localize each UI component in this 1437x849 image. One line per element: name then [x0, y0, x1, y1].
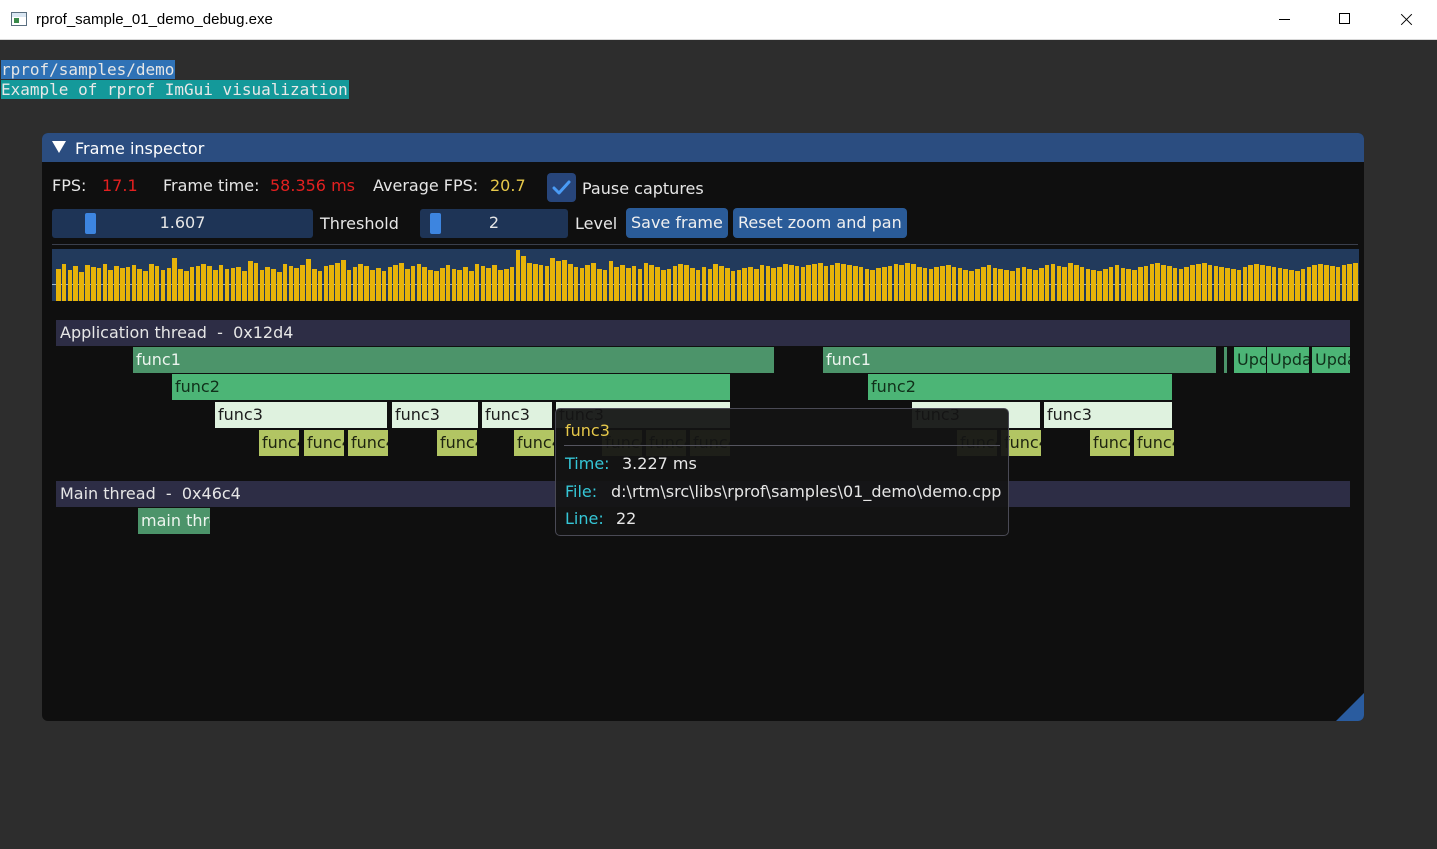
tooltip-line-value: 22	[616, 509, 637, 528]
profile-block-upd[interactable]: Update	[1312, 347, 1350, 373]
profile-block-func3[interactable]: func3	[215, 402, 387, 428]
profile-marker[interactable]	[1224, 347, 1227, 373]
profile-block-func3[interactable]: func3	[1044, 402, 1172, 428]
minimize-icon[interactable]	[1255, 0, 1315, 39]
profile-block-func3[interactable]: func3	[392, 402, 478, 428]
profile-block-func4[interactable]: func4	[259, 430, 299, 456]
tooltip-title: func3	[565, 421, 610, 440]
profile-block-func4[interactable]: func4	[348, 430, 388, 456]
tooltip-time-label: Time:	[565, 454, 610, 473]
profile-block-func1[interactable]: func1	[133, 347, 774, 373]
tooltip-line-label: Line:	[565, 509, 604, 528]
profile-block-func4[interactable]: func4	[437, 430, 477, 456]
profile-block-upd[interactable]: Update	[1267, 347, 1309, 373]
profile-block-upd[interactable]: Update	[1234, 347, 1266, 373]
window-title: rprof_sample_01_demo_debug.exe	[36, 11, 273, 28]
close-icon[interactable]	[1375, 0, 1435, 39]
debug-text-path: rprof/samples/demo	[1, 60, 176, 79]
tooltip-separator	[564, 445, 1000, 446]
block-tooltip: func3 Time: 3.227 ms File: d:\rtm\src\li…	[555, 408, 1009, 536]
tooltip-file-label: File:	[565, 482, 598, 501]
profile-block-func4[interactable]: func4	[304, 430, 344, 456]
tooltip-time-value: 3.227 ms	[622, 454, 697, 473]
tooltip-file-value: d:\rtm\src\libs\rprof\samples\01_demo\de…	[611, 482, 1002, 501]
profile-block-func4[interactable]: func4	[1090, 430, 1130, 456]
debug-text-description: Example of rprof ImGui visualization	[1, 80, 349, 99]
resize-grip-icon[interactable]	[1336, 693, 1364, 721]
window-titlebar: rprof_sample_01_demo_debug.exe	[0, 0, 1437, 40]
profile-block-func2[interactable]: func2	[172, 374, 730, 400]
profile-block-main[interactable]: main thread	[138, 508, 210, 534]
maximize-icon[interactable]	[1315, 0, 1375, 39]
profile-block-func4[interactable]: func4	[1134, 430, 1174, 456]
profile-block-func4[interactable]: func4	[514, 430, 554, 456]
profile-block-func1[interactable]: func1	[823, 347, 1216, 373]
profile-block-func3[interactable]: func3	[482, 402, 552, 428]
app-window-icon	[11, 12, 27, 26]
profile-block-func2[interactable]: func2	[868, 374, 1172, 400]
